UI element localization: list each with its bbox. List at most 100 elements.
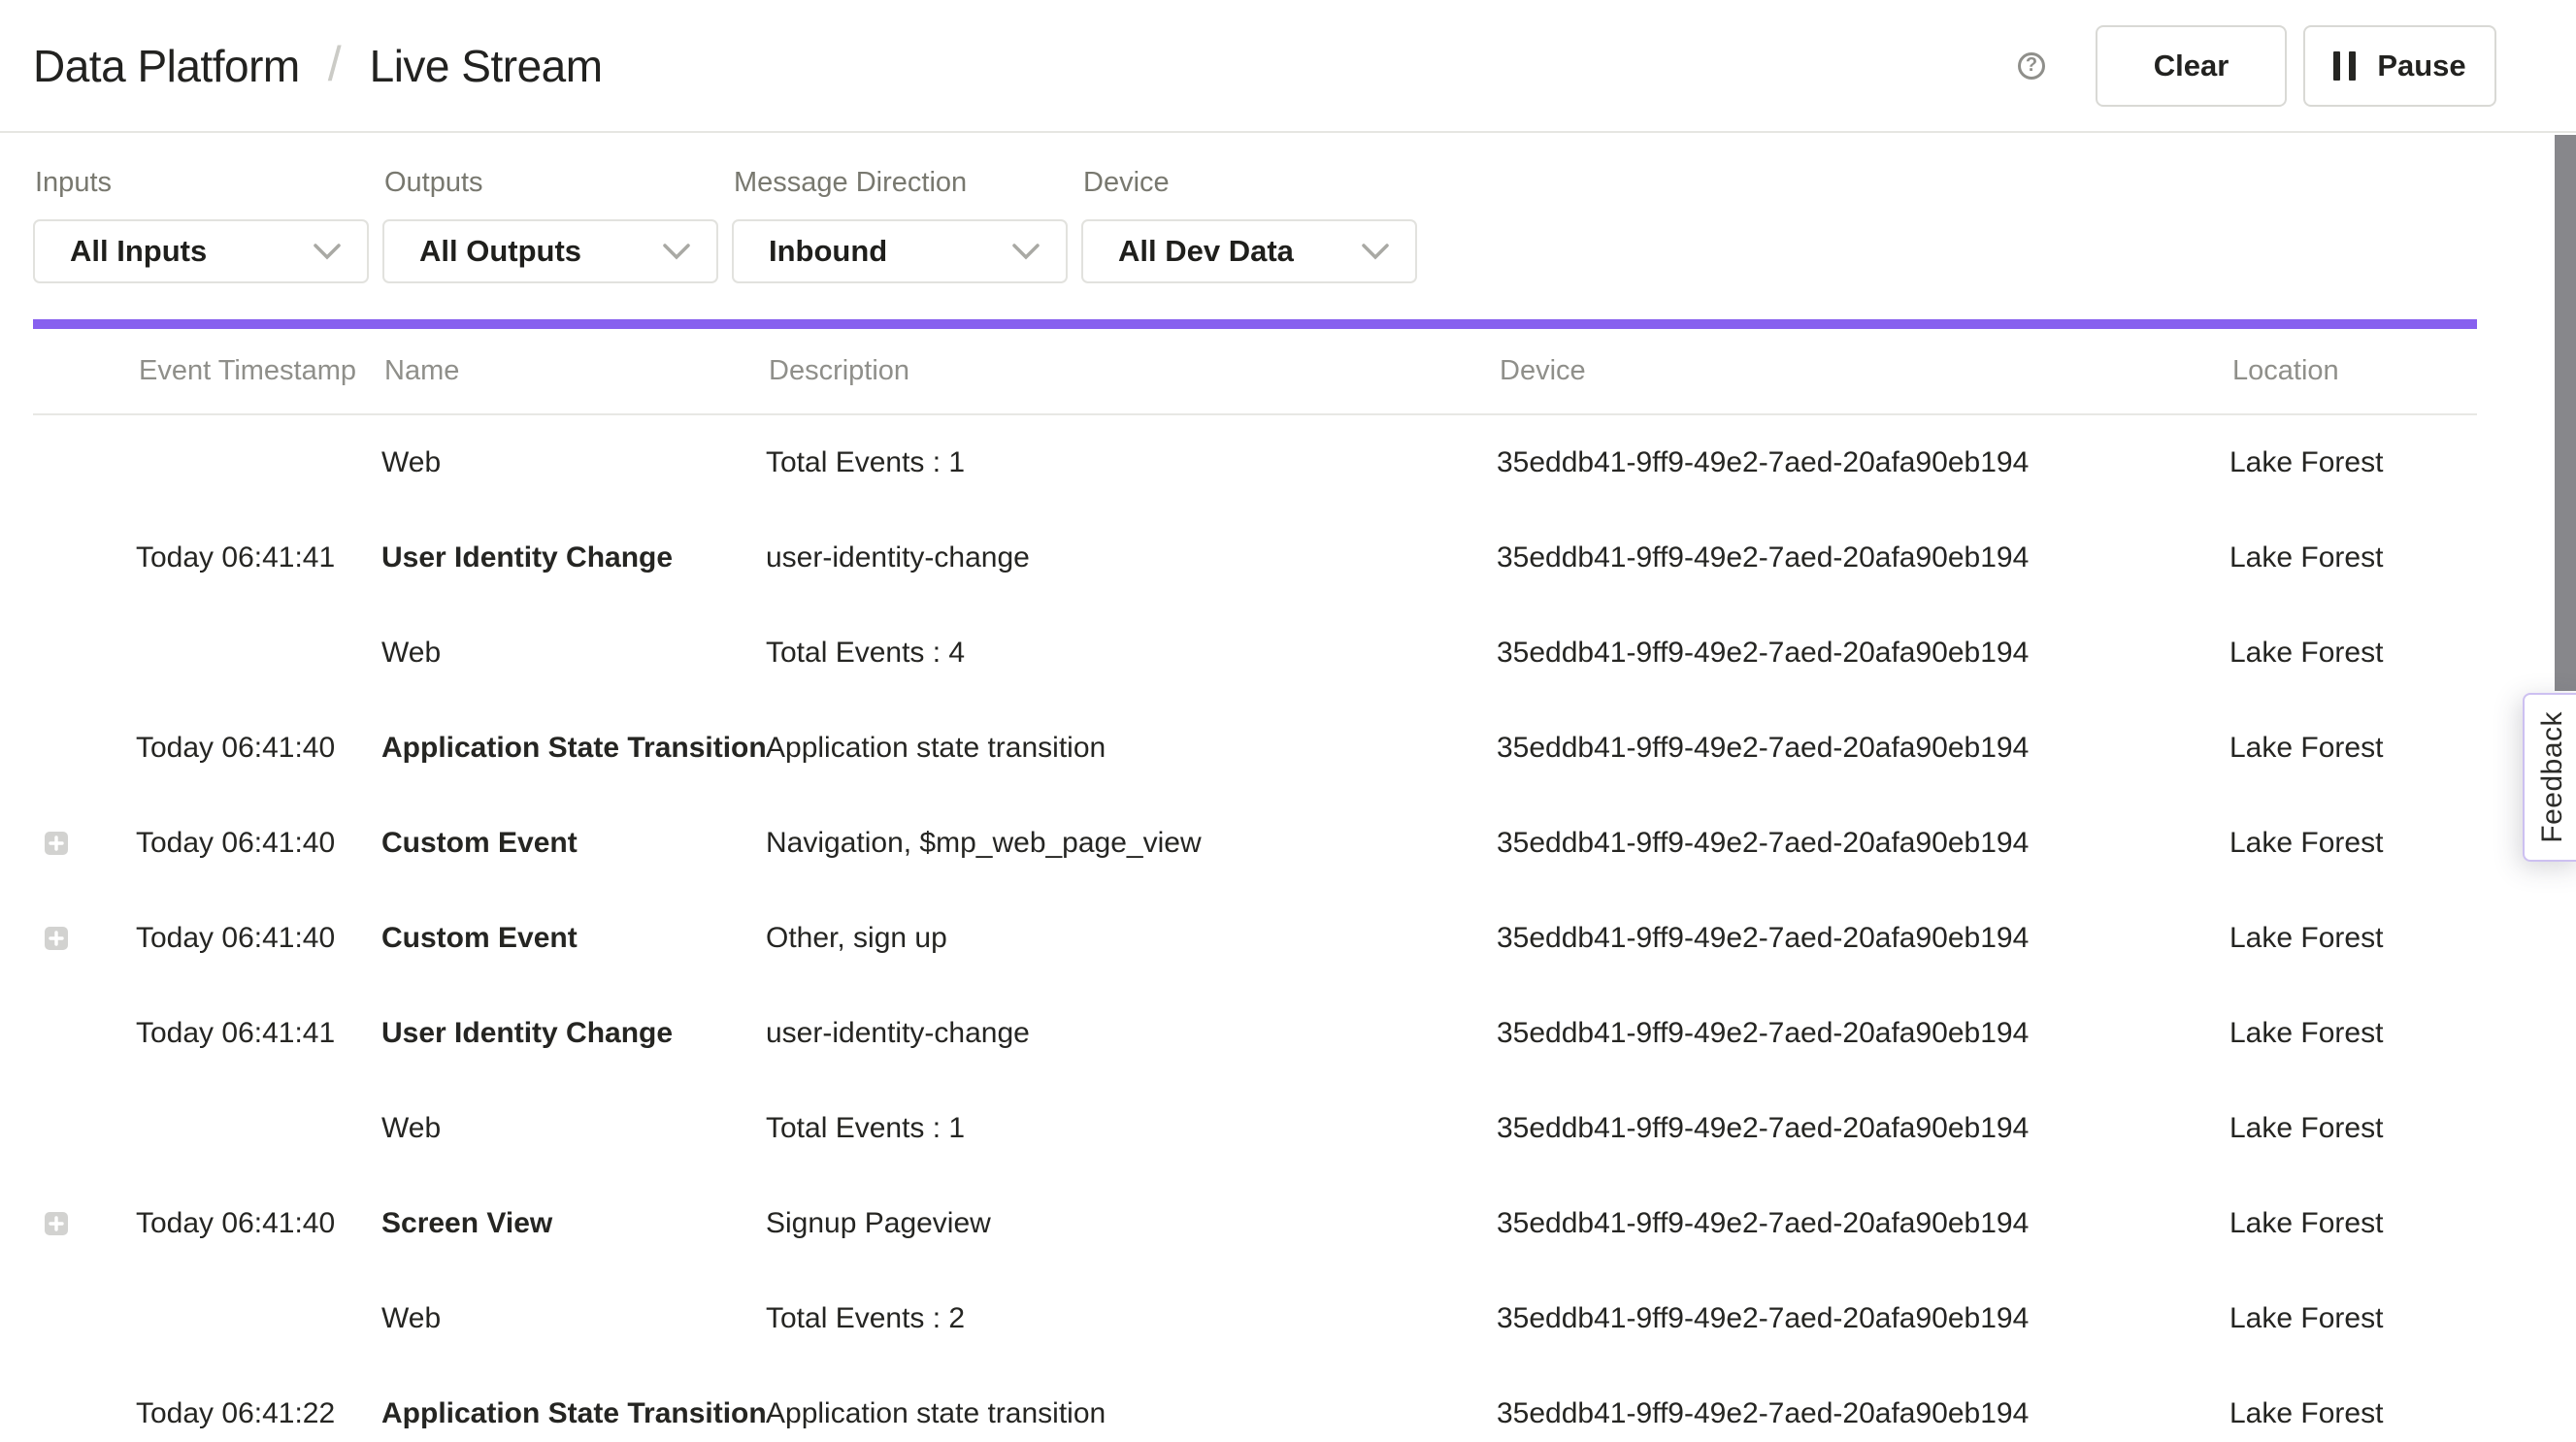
table-row[interactable]: Today 06:41:41 User Identity Change user…	[33, 986, 2477, 1081]
event-name-cell: Web	[381, 446, 766, 479]
event-device-cell: 35eddb41-9ff9-49e2-7aed-20afa90eb194	[1497, 1302, 2229, 1335]
event-location-cell: Lake Forest	[2229, 1112, 2477, 1145]
table-row[interactable]: Today 06:41:40 Custom Event Navigation, …	[33, 796, 2477, 891]
table-header-row: Event TimestampNameDescriptionDeviceLoca…	[33, 329, 2477, 415]
scrollbar-thumb[interactable]	[2555, 135, 2576, 691]
event-description-cell: Application state transition	[766, 1397, 1497, 1430]
event-location-cell: Lake Forest	[2229, 1302, 2477, 1335]
filter-inputs-value: All Inputs	[70, 234, 207, 269]
chevron-down-icon	[1361, 243, 1390, 261]
expand-row-button[interactable]	[33, 927, 68, 950]
table-row[interactable]: Today 06:41:40 Custom Event Other, sign …	[33, 891, 2477, 986]
help-icon[interactable]: ?	[2018, 52, 2045, 80]
event-location-cell: Lake Forest	[2229, 637, 2477, 670]
breadcrumb-data-platform[interactable]: Data Platform	[33, 40, 300, 92]
plus-expand-icon	[45, 1212, 68, 1235]
event-description-cell: user-identity-change	[766, 541, 1497, 574]
event-description-cell: Total Events : 4	[766, 637, 1497, 670]
filter-device: Device All Dev Data	[1081, 165, 1417, 283]
event-device-cell: 35eddb41-9ff9-49e2-7aed-20afa90eb194	[1497, 637, 2229, 670]
event-location-cell: Lake Forest	[2229, 1017, 2477, 1050]
filter-outputs: Outputs All Outputs	[382, 165, 718, 283]
event-description-cell: Total Events : 1	[766, 1112, 1497, 1145]
event-timestamp-cell: Today 06:41:40	[136, 922, 381, 955]
filter-inputs: Inputs All Inputs	[33, 165, 369, 283]
event-name-cell: Application State Transition	[381, 1397, 766, 1430]
expand-row-button[interactable]	[33, 1212, 68, 1235]
breadcrumb-live-stream: Live Stream	[370, 40, 603, 92]
event-device-cell: 35eddb41-9ff9-49e2-7aed-20afa90eb194	[1497, 827, 2229, 860]
column-header-event-timestamp: Event Timestamp	[136, 355, 381, 387]
filter-message-direction-label: Message Direction	[734, 165, 1068, 200]
table-row[interactable]: Web Total Events : 2 35eddb41-9ff9-49e2-…	[33, 1271, 2477, 1366]
event-device-cell: 35eddb41-9ff9-49e2-7aed-20afa90eb194	[1497, 446, 2229, 479]
event-timestamp-cell: Today 06:41:40	[136, 732, 381, 765]
filter-outputs-label: Outputs	[384, 165, 718, 200]
expand-cell	[33, 927, 136, 950]
event-device-cell: 35eddb41-9ff9-49e2-7aed-20afa90eb194	[1497, 1017, 2229, 1050]
event-description-cell: Application state transition	[766, 732, 1497, 765]
event-location-cell: Lake Forest	[2229, 446, 2477, 479]
feedback-label: Feedback	[2536, 711, 2569, 843]
header-actions: ? Clear Pause	[2018, 25, 2496, 107]
column-header-device: Device	[1497, 355, 2229, 387]
event-device-cell: 35eddb41-9ff9-49e2-7aed-20afa90eb194	[1497, 1112, 2229, 1145]
event-description-cell: Navigation, $mp_web_page_view	[766, 827, 1497, 860]
pause-button[interactable]: Pause	[2303, 25, 2496, 107]
pause-icon	[2333, 51, 2356, 81]
event-timestamp-cell: Today 06:41:41	[136, 541, 381, 574]
feedback-tab[interactable]: Feedback	[2523, 693, 2576, 862]
event-description-cell: user-identity-change	[766, 1017, 1497, 1050]
expand-row-button[interactable]	[33, 832, 68, 855]
table-body: Web Total Events : 1 35eddb41-9ff9-49e2-…	[33, 415, 2477, 1442]
event-description-cell: Total Events : 2	[766, 1302, 1497, 1335]
event-location-cell: Lake Forest	[2229, 732, 2477, 765]
filter-inputs-label: Inputs	[35, 165, 369, 200]
event-name-cell: Web	[381, 1302, 766, 1335]
table-row[interactable]: Today 06:41:40 Application State Transit…	[33, 701, 2477, 796]
stream-progress-bar	[33, 319, 2477, 329]
chevron-down-icon	[662, 243, 691, 261]
table-row[interactable]: Today 06:41:41 User Identity Change user…	[33, 510, 2477, 606]
event-device-cell: 35eddb41-9ff9-49e2-7aed-20afa90eb194	[1497, 1397, 2229, 1430]
app-header: Data Platform / Live Stream ? Clear Paus…	[0, 0, 2576, 133]
table-row[interactable]: Web Total Events : 4 35eddb41-9ff9-49e2-…	[33, 606, 2477, 701]
event-name-cell: Web	[381, 1112, 766, 1145]
event-description-cell: Total Events : 1	[766, 446, 1497, 479]
table-row[interactable]: Web Total Events : 1 35eddb41-9ff9-49e2-…	[33, 1081, 2477, 1176]
filter-outputs-value: All Outputs	[419, 234, 581, 269]
events-table: Event TimestampNameDescriptionDeviceLoca…	[33, 329, 2477, 1442]
event-name-cell: Custom Event	[381, 922, 766, 955]
clear-button[interactable]: Clear	[2096, 25, 2287, 107]
chevron-down-icon	[1011, 243, 1040, 261]
pause-button-label: Pause	[2377, 49, 2465, 83]
event-location-cell: Lake Forest	[2229, 922, 2477, 955]
filter-inputs-select[interactable]: All Inputs	[33, 219, 369, 283]
event-description-cell: Other, sign up	[766, 922, 1497, 955]
filters-bar: Inputs All Inputs Outputs All Outputs Me…	[0, 165, 2576, 283]
filter-outputs-select[interactable]: All Outputs	[382, 219, 718, 283]
live-stream-page: Data Platform / Live Stream ? Clear Paus…	[0, 0, 2576, 1442]
plus-expand-icon	[45, 832, 68, 855]
event-location-cell: Lake Forest	[2229, 827, 2477, 860]
event-device-cell: 35eddb41-9ff9-49e2-7aed-20afa90eb194	[1497, 1207, 2229, 1240]
breadcrumb: Data Platform / Live Stream	[33, 38, 603, 94]
filter-device-select[interactable]: All Dev Data	[1081, 219, 1417, 283]
table-row[interactable]: Today 06:41:22 Application State Transit…	[33, 1366, 2477, 1442]
table-row[interactable]: Web Total Events : 1 35eddb41-9ff9-49e2-…	[33, 415, 2477, 510]
event-location-cell: Lake Forest	[2229, 1207, 2477, 1240]
chevron-down-icon	[313, 243, 342, 261]
column-header-location: Location	[2229, 355, 2477, 387]
event-timestamp-cell: Today 06:41:22	[136, 1397, 381, 1430]
expand-cell	[33, 832, 136, 855]
plus-expand-icon	[45, 927, 68, 950]
table-row[interactable]: Today 06:41:40 Screen View Signup Pagevi…	[33, 1176, 2477, 1271]
column-header-description: Description	[766, 355, 1497, 387]
event-timestamp-cell: Today 06:41:40	[136, 827, 381, 860]
event-timestamp-cell: Today 06:41:41	[136, 1017, 381, 1050]
event-description-cell: Signup Pageview	[766, 1207, 1497, 1240]
filter-message-direction-select[interactable]: Inbound	[732, 219, 1068, 283]
event-location-cell: Lake Forest	[2229, 541, 2477, 574]
event-device-cell: 35eddb41-9ff9-49e2-7aed-20afa90eb194	[1497, 732, 2229, 765]
expand-cell	[33, 1212, 136, 1235]
